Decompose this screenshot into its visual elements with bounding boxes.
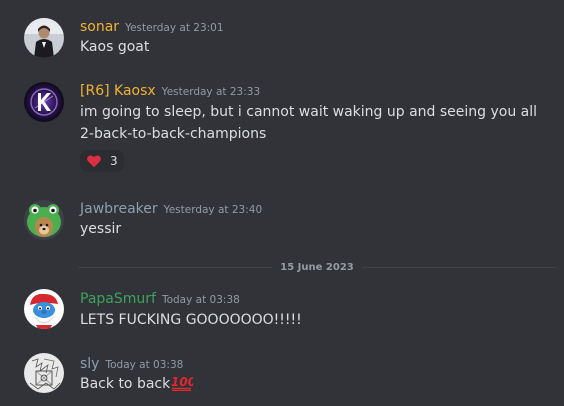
username[interactable]: Jawbreaker bbox=[80, 201, 158, 217]
timestamp: Yesterday at 23:40 bbox=[163, 204, 263, 216]
svg-text:100: 100 bbox=[171, 375, 193, 389]
username[interactable]: sly bbox=[80, 356, 99, 372]
hundred-points-icon: 100 bbox=[171, 375, 193, 391]
user-avatar-icon[interactable] bbox=[24, 18, 64, 58]
divider-line bbox=[361, 266, 557, 268]
message-content: Back to back 100 bbox=[80, 373, 193, 395]
message-text: Back to back bbox=[80, 376, 171, 392]
timestamp: Yesterday at 23:33 bbox=[161, 86, 261, 98]
reaction-heart-button[interactable]: 3 bbox=[80, 150, 124, 172]
date-divider-label: 15 June 2023 bbox=[280, 261, 354, 273]
timestamp: Yesterday at 23:01 bbox=[125, 22, 224, 34]
message-content-line-1: im going to sleep, but i cannot wait wak… bbox=[80, 104, 538, 120]
date-divider: 15 June 2023 bbox=[78, 259, 557, 275]
frog-hat-dog-avatar-icon[interactable] bbox=[24, 200, 64, 240]
heart-icon bbox=[87, 155, 101, 168]
smurf-avatar-icon[interactable] bbox=[24, 289, 64, 329]
divider-line bbox=[78, 266, 273, 268]
timestamp: Today at 03:38 bbox=[105, 359, 184, 371]
kaosx-logo-avatar-icon[interactable] bbox=[24, 82, 64, 122]
message-content: LETS FUCKING GOOOOOOO!!!!! bbox=[80, 312, 302, 328]
message-content-line-2: 2-back-to-back-champions bbox=[80, 126, 267, 142]
username[interactable]: [R6] Kaosx bbox=[80, 83, 156, 99]
message-content: Kaos goat bbox=[80, 39, 150, 55]
timestamp: Today at 03:38 bbox=[161, 294, 240, 306]
message-content: yessir bbox=[80, 221, 122, 237]
username[interactable]: PapaSmurf bbox=[80, 291, 156, 307]
reaction-count: 3 bbox=[110, 154, 118, 168]
sketch-avatar-icon[interactable] bbox=[24, 353, 64, 393]
username[interactable]: sonar bbox=[80, 19, 119, 35]
